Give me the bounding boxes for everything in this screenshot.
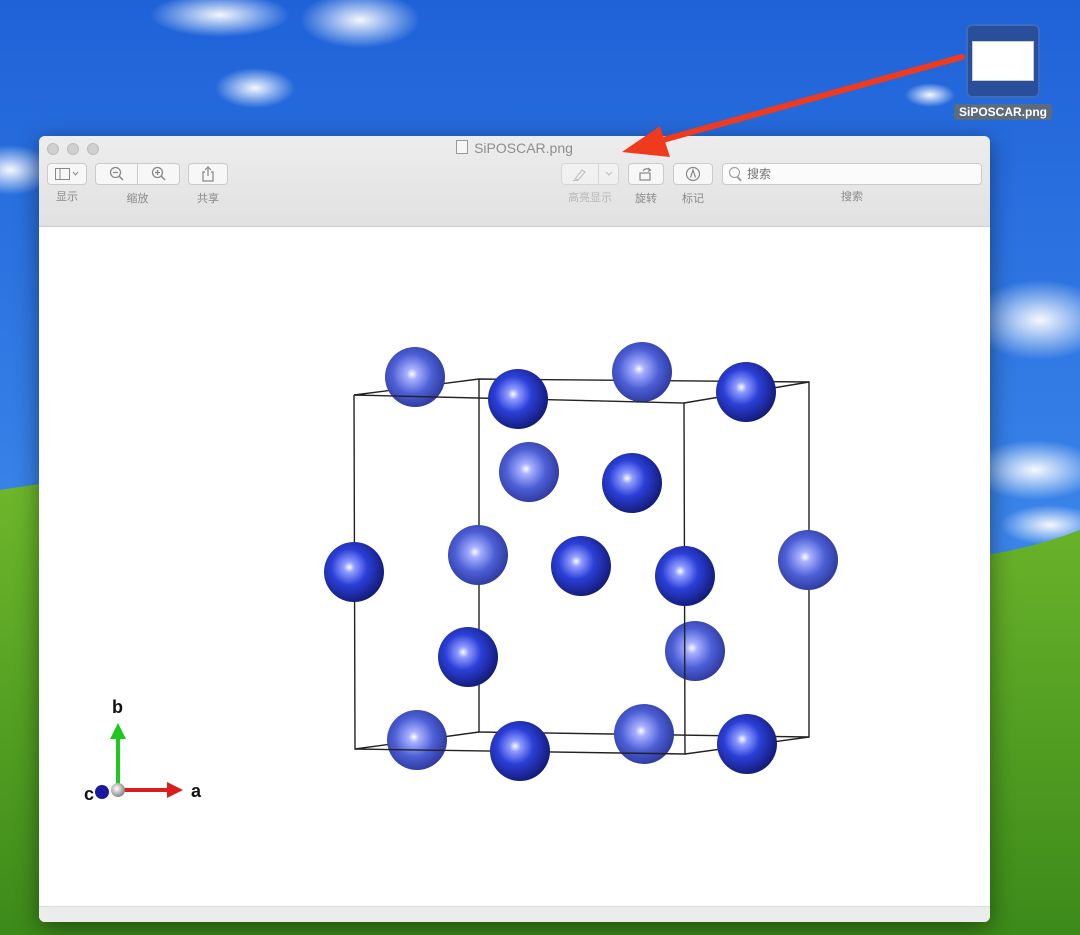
share-label: 共享 bbox=[197, 193, 219, 205]
document-icon bbox=[456, 140, 469, 154]
zoom-label: 缩放 bbox=[126, 193, 149, 205]
atom bbox=[448, 525, 508, 585]
atom bbox=[490, 721, 550, 781]
desktop-file-icon[interactable]: SiPOSCAR.png bbox=[950, 24, 1056, 121]
rotate-button[interactable] bbox=[628, 163, 664, 185]
atom bbox=[716, 362, 776, 422]
highlight-options-button[interactable] bbox=[599, 163, 619, 185]
preview-window: SiPOSCAR.png 显示 缩放 共享 高亮显示 旋转 标记 搜索 搜索 a… bbox=[39, 136, 990, 922]
atom bbox=[551, 536, 611, 596]
atom bbox=[665, 621, 725, 681]
atom bbox=[612, 342, 672, 402]
atom bbox=[324, 542, 384, 602]
axis-origin bbox=[111, 783, 125, 797]
atom bbox=[387, 710, 447, 770]
markup-pen-icon bbox=[685, 166, 701, 182]
window-titlebar: SiPOSCAR.png 显示 缩放 共享 高亮显示 旋转 标记 搜索 搜索 bbox=[39, 136, 990, 227]
zoom-in-button[interactable] bbox=[138, 163, 180, 185]
markup-label: 标记 bbox=[682, 193, 704, 205]
sidebar-view-button[interactable] bbox=[47, 163, 87, 185]
share-button[interactable] bbox=[188, 163, 228, 185]
unit-cell-back-edges bbox=[478, 378, 810, 738]
sidebar-icon bbox=[55, 168, 79, 180]
atom bbox=[499, 442, 559, 502]
axis-b-arrowhead bbox=[110, 723, 126, 739]
zoom-out-button[interactable] bbox=[95, 163, 138, 185]
axis-a-arrowhead bbox=[167, 782, 183, 798]
search-input[interactable] bbox=[722, 163, 982, 185]
atom bbox=[438, 627, 498, 687]
atoms-front bbox=[324, 362, 777, 781]
search-group: 搜索 bbox=[722, 163, 982, 204]
zoom-group: 缩放 bbox=[95, 163, 180, 206]
axis-triad: a b c bbox=[84, 697, 202, 804]
atom bbox=[488, 369, 548, 429]
rotate-label: 旋转 bbox=[635, 193, 657, 205]
search-icon bbox=[729, 167, 740, 178]
atom bbox=[655, 546, 715, 606]
chevron-down-icon bbox=[605, 171, 612, 176]
crystal-structure-image: a b c bbox=[84, 342, 838, 804]
zoom-out-icon bbox=[109, 166, 124, 181]
markup-group: 标记 bbox=[673, 163, 713, 206]
window-title: SiPOSCAR.png bbox=[39, 140, 990, 156]
desktop-file-label: SiPOSCAR.png bbox=[953, 104, 1052, 120]
atom bbox=[602, 453, 662, 513]
share-icon bbox=[202, 166, 214, 182]
rotate-group: 旋转 bbox=[628, 163, 664, 206]
file-thumbnail bbox=[966, 24, 1040, 98]
share-group: 共享 bbox=[188, 163, 228, 206]
image-canvas: a b c bbox=[39, 227, 990, 907]
rotate-icon bbox=[639, 167, 652, 181]
atom bbox=[778, 530, 838, 590]
axis-c-marker bbox=[95, 785, 109, 799]
highlight-button[interactable] bbox=[561, 163, 599, 185]
axis-c-label: c bbox=[84, 784, 94, 804]
zoom-in-icon bbox=[151, 166, 166, 181]
atom bbox=[614, 704, 674, 764]
axis-a-label: a bbox=[191, 781, 202, 801]
axis-b-label: b bbox=[112, 697, 123, 717]
highlight-group: 高亮显示 bbox=[561, 163, 619, 205]
view-group: 显示 bbox=[47, 163, 87, 204]
atom bbox=[385, 347, 445, 407]
highlight-label: 高亮显示 bbox=[568, 192, 612, 204]
atom bbox=[717, 714, 777, 774]
window-bottom-strip bbox=[39, 906, 990, 922]
markup-button[interactable] bbox=[673, 163, 713, 185]
view-label: 显示 bbox=[56, 191, 78, 203]
search-label: 搜索 bbox=[841, 191, 863, 203]
highlighter-icon bbox=[573, 169, 586, 181]
